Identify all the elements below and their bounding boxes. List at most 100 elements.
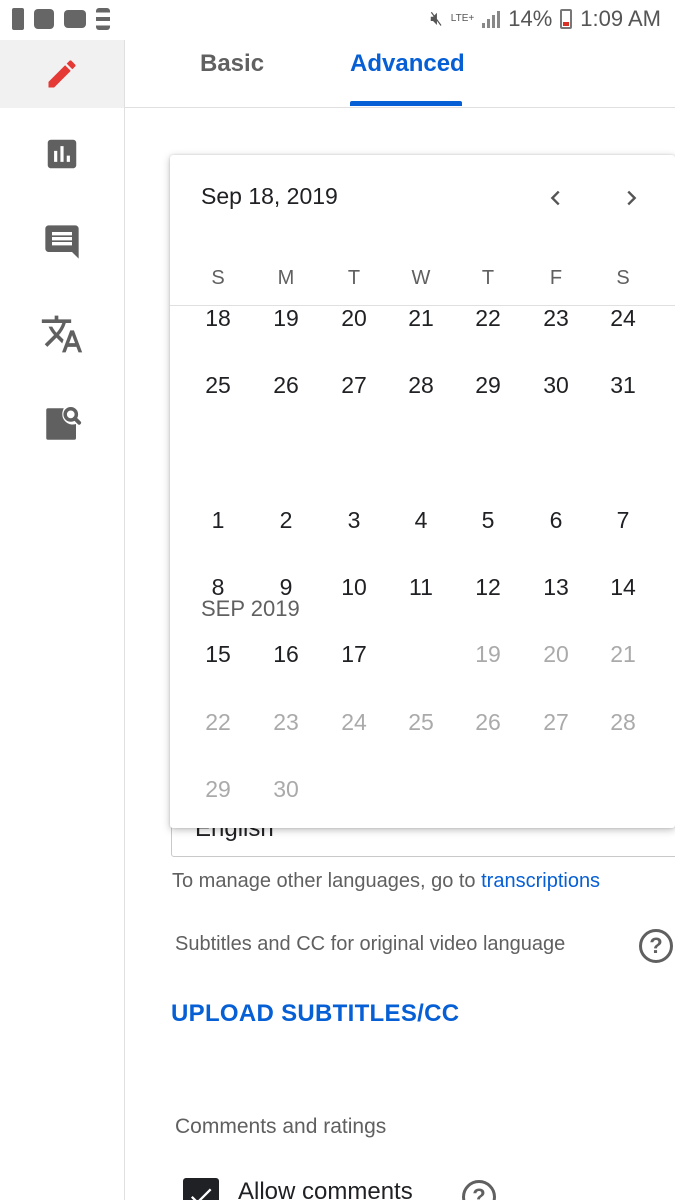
calendar-day-number: 21 [408,305,434,331]
calendar-day-number: 16 [273,641,299,667]
calendar-day[interactable]: 12 [458,557,518,617]
calendar-day[interactable]: 23 [256,692,316,752]
calendar-day-number: 20 [341,305,367,331]
weekday-label: T [481,267,495,289]
calendar-day[interactable]: 24 [324,692,384,752]
calendar-day-number: 17 [341,641,367,667]
calendar-day[interactable]: 21 [593,624,653,684]
calendar-day[interactable]: 26 [256,355,316,415]
previous-month-button[interactable] [541,183,571,213]
weekday-label: W [411,267,431,289]
mute-icon: 🔇︎ [430,7,443,30]
tab-basic[interactable]: Basic [200,50,264,78]
calendar-day-number: 23 [543,305,569,331]
calendar-day[interactable]: 21 [391,288,451,348]
calendar-day[interactable]: 2 [256,490,316,550]
calendar-day-number: 24 [341,709,367,735]
calendar-day-selected[interactable]: 18 [391,624,451,684]
calendar-day[interactable]: 30 [256,759,316,819]
chevron-right-icon [627,190,637,206]
calendar-day[interactable]: 3 [324,490,384,550]
upload-subtitles-button[interactable]: UPLOAD SUBTITLES/CC [171,1000,459,1028]
calendar-day-number: 20 [543,641,569,667]
calendar-day[interactable]: 23 [526,288,586,348]
sidebar-item-search[interactable] [0,390,124,458]
calendar-day[interactable]: 1 [188,490,248,550]
alert-icon [12,8,24,30]
next-month-button[interactable] [616,183,646,213]
calendar-day[interactable]: 18 [188,288,248,348]
transcriptions-link[interactable]: transcriptions [481,870,600,892]
weekday-label: F [549,267,563,289]
calendar-day-number: 28 [408,372,434,398]
calendar-day[interactable]: 25 [391,692,451,752]
calendar-day[interactable]: 31 [593,355,653,415]
calendar-day[interactable]: 19 [256,288,316,348]
weekday-label: T [347,267,361,289]
calendar-day[interactable]: 30 [526,355,586,415]
calendar-day[interactable]: 8 [188,557,248,617]
signal-icon [482,10,501,28]
calendar-day[interactable]: 20 [324,288,384,348]
calendar-day-number: 23 [273,709,299,735]
calendar-day[interactable]: 22 [188,692,248,752]
date-picker: Sep 18, 2019 SMTWTFS SEP 2019 18 19 20 21 22… [170,155,675,828]
translate-icon [41,315,83,353]
sidebar-item-details[interactable] [0,40,124,108]
calendar-day[interactable]: 15 [188,624,248,684]
calendar-day[interactable]: 29 [188,759,248,819]
tab-advanced[interactable]: Advanced [350,50,465,78]
calendar-day[interactable]: 24 [593,288,653,348]
calendar-day[interactable]: 20 [526,624,586,684]
calendar-day-number: 18 [205,305,231,331]
calendar-day[interactable]: 6 [526,490,586,550]
calendar-day[interactable]: 17 [324,624,384,684]
calendar-day[interactable]: 9 [256,557,316,617]
calendar-day[interactable]: 13 [526,557,586,617]
calendar-day-number: 14 [610,574,636,600]
calendar-day-number: 22 [475,305,501,331]
sidebar-item-analytics[interactable] [0,120,124,188]
calendar-day-number: 15 [205,641,231,667]
manage-languages-text: To manage other languages, go to transcr… [172,870,600,893]
weekday-label: S [211,267,225,289]
calendar-day-number: 8 [211,574,225,600]
calendar-day[interactable]: 19 [458,624,518,684]
calendar-day[interactable]: 10 [324,557,384,617]
allow-comments-checkbox[interactable] [183,1178,219,1200]
sidebar [0,40,125,1200]
calendar-day-number: 5 [481,507,495,533]
calendar-day[interactable]: 14 [593,557,653,617]
calendar-day-number: 21 [610,641,636,667]
help-icon[interactable]: ? [639,929,673,963]
calendar-day[interactable]: 28 [391,355,451,415]
calendar-day[interactable]: 27 [526,692,586,752]
calendar-day[interactable]: 26 [458,692,518,752]
calendar-day-number: 13 [543,574,569,600]
calendar-day[interactable]: 16 [256,624,316,684]
weekday-label: S [616,267,630,289]
calendar-day[interactable]: 27 [324,355,384,415]
calendar-day-number: 10 [341,574,367,600]
calendar-day[interactable]: 29 [458,355,518,415]
sidebar-item-translations[interactable] [0,300,124,368]
calendar-day[interactable]: 4 [391,490,451,550]
calendar-day[interactable]: 22 [458,288,518,348]
status-bar-system: 🔇︎ LTE+ 14% 1:09 AM [430,6,661,32]
sidebar-item-comments[interactable] [0,208,124,276]
calendar-day[interactable]: 7 [593,490,653,550]
calendar-day-number: 2 [279,507,293,533]
calendar-day-number: 3 [347,507,361,533]
help-icon[interactable]: ? [462,1180,496,1200]
subtitles-label: Subtitles and CC for original video lang… [175,933,566,955]
checkmark-icon [190,1188,212,1200]
manage-languages-label: To manage other languages, go to [172,870,482,892]
calendar-day[interactable]: 11 [391,557,451,617]
calendar-day[interactable]: 28 [593,692,653,752]
wifi-icon [34,9,54,29]
battery-percent: 14% [508,6,553,31]
status-bar: 🔇︎ LTE+ 14% 1:09 AM [0,0,675,40]
calendar-day[interactable]: 5 [458,490,518,550]
calendar-day[interactable]: 25 [188,355,248,415]
analytics-icon [47,139,77,169]
